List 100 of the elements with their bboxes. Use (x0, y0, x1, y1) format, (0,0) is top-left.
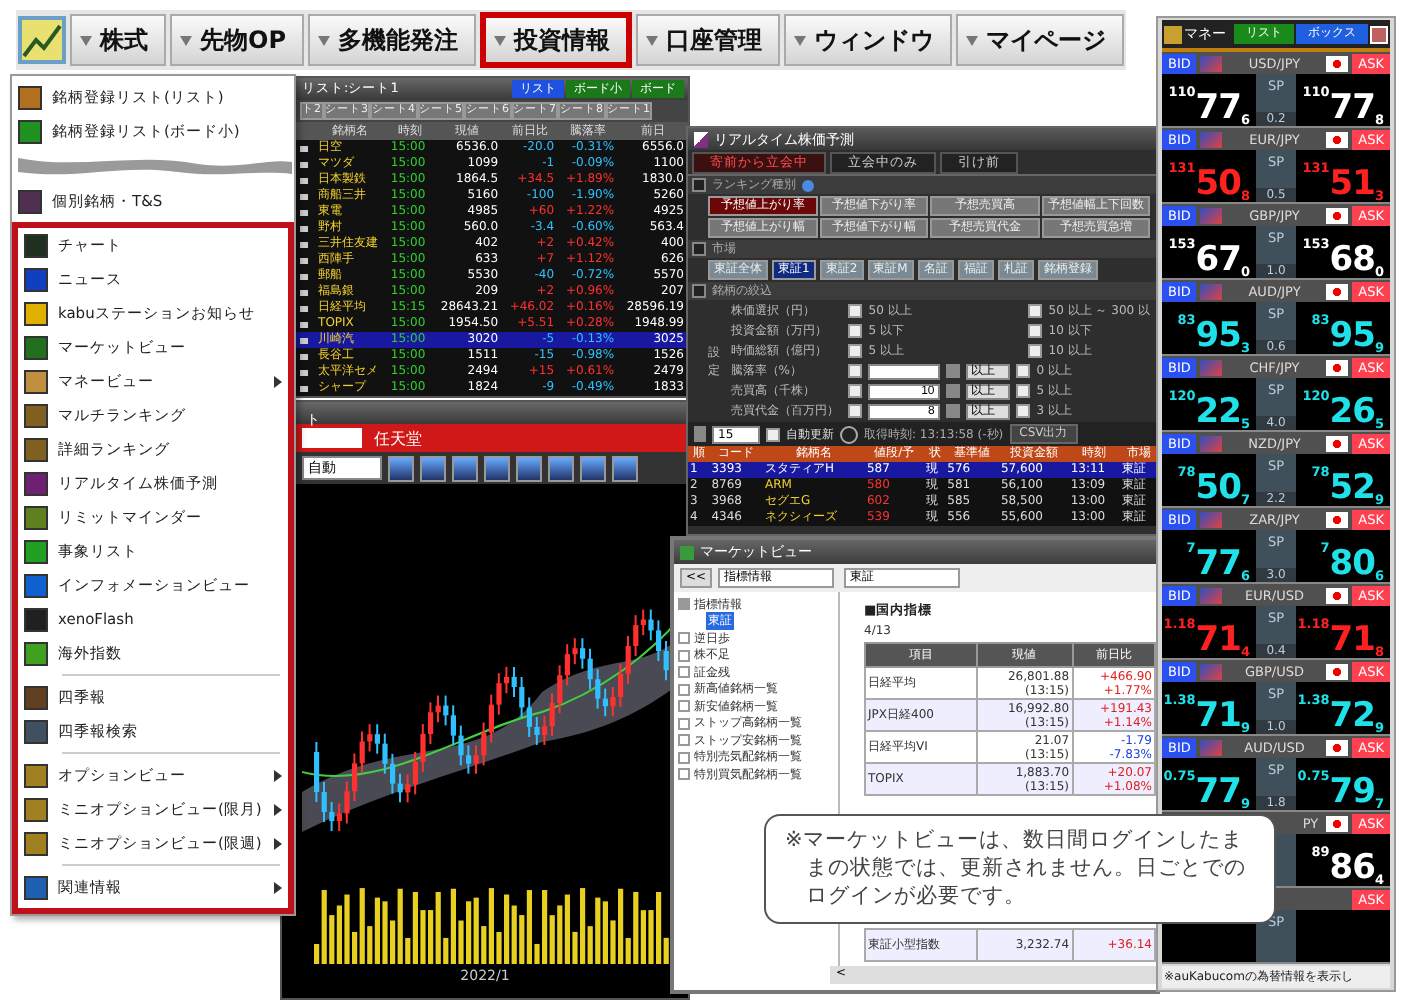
flag-icon (1200, 359, 1223, 375)
caret-icon (494, 35, 506, 45)
app-icon (24, 831, 48, 855)
price-digits: 22 (1195, 396, 1241, 430)
app-icon (24, 539, 48, 563)
toolbar-icon[interactable] (516, 455, 542, 481)
toolbar-icon[interactable] (452, 455, 478, 481)
checkbox[interactable] (1016, 364, 1031, 378)
expander-icon[interactable] (678, 717, 690, 730)
flag-icon (1200, 55, 1223, 71)
caret-icon (794, 35, 806, 45)
flag-icon (1326, 511, 1349, 527)
expander-icon[interactable] (678, 700, 690, 713)
expander-icon[interactable] (678, 751, 690, 764)
app-icon (24, 233, 48, 257)
caret-icon (318, 35, 330, 45)
menu-bar-item[interactable]: 多機能発注 (308, 14, 476, 66)
chart-logo-icon (18, 16, 66, 64)
price-digits: 77 (1195, 92, 1241, 126)
collapse-icon[interactable] (692, 178, 706, 192)
checkbox[interactable] (848, 324, 863, 338)
checkbox[interactable] (848, 384, 863, 398)
price-digits: 71 (1329, 624, 1375, 658)
checkbox[interactable] (1016, 404, 1031, 418)
app-icon (24, 573, 48, 597)
refresh-icon[interactable] (840, 425, 858, 443)
price-digits: 50 (1195, 168, 1241, 202)
checkbox[interactable] (848, 344, 863, 358)
app-icon (24, 875, 48, 899)
checkbox[interactable] (1016, 384, 1031, 398)
flag-icon (1326, 207, 1349, 223)
price-digits: 52 (1329, 472, 1375, 506)
window-logo-icon (694, 131, 708, 147)
checkbox[interactable] (1028, 344, 1043, 358)
price-digits: 79 (1329, 776, 1375, 810)
row-marker-icon (300, 385, 308, 391)
price-digits: 71 (1195, 700, 1241, 734)
expander-icon[interactable] (678, 768, 690, 781)
checkbox[interactable] (848, 364, 863, 378)
price-digits: 26 (1329, 396, 1375, 430)
menu-bar-item[interactable]: 株式 (70, 14, 166, 66)
collapse-icon[interactable] (692, 242, 706, 256)
expander-icon[interactable] (678, 666, 690, 679)
price-digits: 95 (1329, 320, 1375, 354)
price-digits: 77 (1195, 548, 1241, 582)
menu-bar-item[interactable]: マイページ (956, 14, 1124, 66)
app-icon (24, 719, 48, 743)
app-icon (24, 267, 48, 291)
number-field[interactable] (868, 363, 941, 379)
expander-icon[interactable] (678, 683, 690, 696)
checkbox[interactable] (1028, 304, 1043, 318)
toolbar-icon[interactable] (612, 455, 638, 481)
flag-icon (1326, 435, 1349, 451)
checkbox[interactable] (1028, 324, 1043, 338)
price-digits: 68 (1329, 244, 1375, 278)
toolbar-icon[interactable] (548, 455, 574, 481)
flag-icon (1200, 131, 1223, 147)
menu-bar-item[interactable]: 投資情報 (480, 12, 632, 68)
menu-bar-item[interactable]: ウィンドウ (784, 14, 952, 66)
flag-icon (1326, 663, 1349, 679)
expander-icon[interactable] (678, 598, 690, 611)
window-logo-icon (680, 545, 694, 559)
collapse-icon[interactable] (692, 284, 706, 298)
app-icon (24, 763, 48, 787)
checkbox[interactable] (848, 304, 863, 318)
flag-icon (1200, 435, 1223, 451)
expander-icon[interactable] (678, 649, 690, 662)
expander-icon[interactable] (678, 632, 690, 645)
toolbar-icon[interactable] (420, 455, 446, 481)
row-marker-icon (300, 257, 308, 263)
submenu-arrow-icon (274, 803, 282, 815)
code-field[interactable] (302, 428, 362, 448)
caret-icon (646, 35, 658, 45)
app-icon (24, 437, 48, 461)
row-marker-icon (300, 369, 308, 375)
checkbox[interactable] (848, 404, 863, 418)
row-marker-icon (300, 161, 308, 167)
close-icon[interactable] (1370, 25, 1388, 43)
row-marker-icon (300, 193, 308, 199)
toolbar-icon[interactable] (580, 455, 606, 481)
row-marker-icon (300, 289, 308, 295)
app-icon (24, 335, 48, 359)
price-digits: 86 (1329, 852, 1375, 886)
app-icon (24, 797, 48, 821)
submenu-arrow-icon (274, 837, 282, 849)
flag-icon (1200, 511, 1223, 527)
app-icon (24, 403, 48, 427)
checkbox[interactable] (766, 427, 780, 441)
help-icon[interactable] (802, 179, 814, 191)
row-marker-icon (300, 209, 308, 215)
toolbar-icon[interactable] (388, 455, 414, 481)
menu-bar-item[interactable]: 口座管理 (636, 14, 780, 66)
caret-icon (80, 35, 92, 45)
flag-icon (1326, 587, 1349, 603)
price-digits: 77 (1329, 92, 1375, 126)
toolbar-icon[interactable] (484, 455, 510, 481)
row-marker-icon (300, 241, 308, 247)
row-marker-icon (300, 305, 308, 311)
menu-bar-item[interactable]: 先物OP (170, 14, 304, 66)
expander-icon[interactable] (678, 734, 690, 747)
